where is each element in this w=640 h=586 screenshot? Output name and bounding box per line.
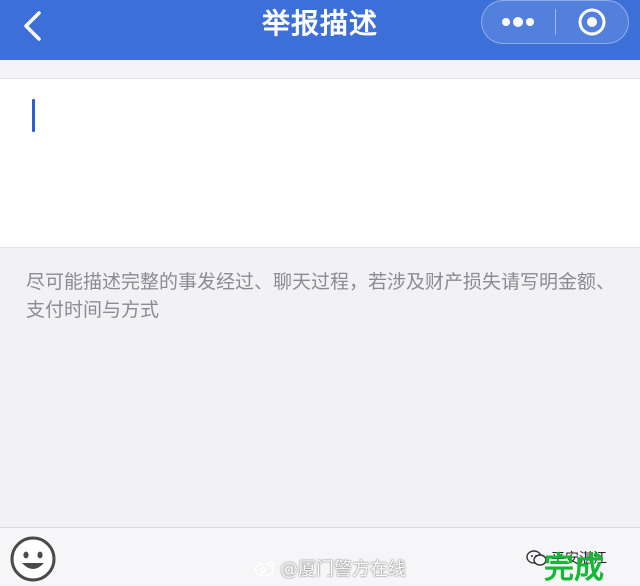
- weibo-watermark-text: @厦门警方在线: [280, 559, 406, 580]
- weibo-watermark: @厦门警方在线: [254, 556, 406, 580]
- weibo-logo-icon: [254, 561, 275, 577]
- target-circle-icon: [578, 8, 606, 36]
- header-separator-band: [0, 60, 640, 78]
- text-cursor: [32, 99, 35, 132]
- mini-program-capsule: [481, 0, 629, 44]
- more-button[interactable]: [482, 1, 555, 43]
- close-button[interactable]: [556, 1, 629, 43]
- nav-header: 举报描述: [0, 0, 640, 60]
- more-dots-icon: [502, 17, 535, 27]
- done-button[interactable]: 完成: [544, 552, 604, 586]
- emoji-button[interactable]: [10, 536, 56, 582]
- smiley-face-icon: [10, 536, 56, 582]
- description-hint: 尽可能描述完整的事发经过、聊天过程，若涉及财产损失请写明金额、支付时间与方式: [26, 271, 616, 321]
- description-textarea[interactable]: [0, 78, 640, 248]
